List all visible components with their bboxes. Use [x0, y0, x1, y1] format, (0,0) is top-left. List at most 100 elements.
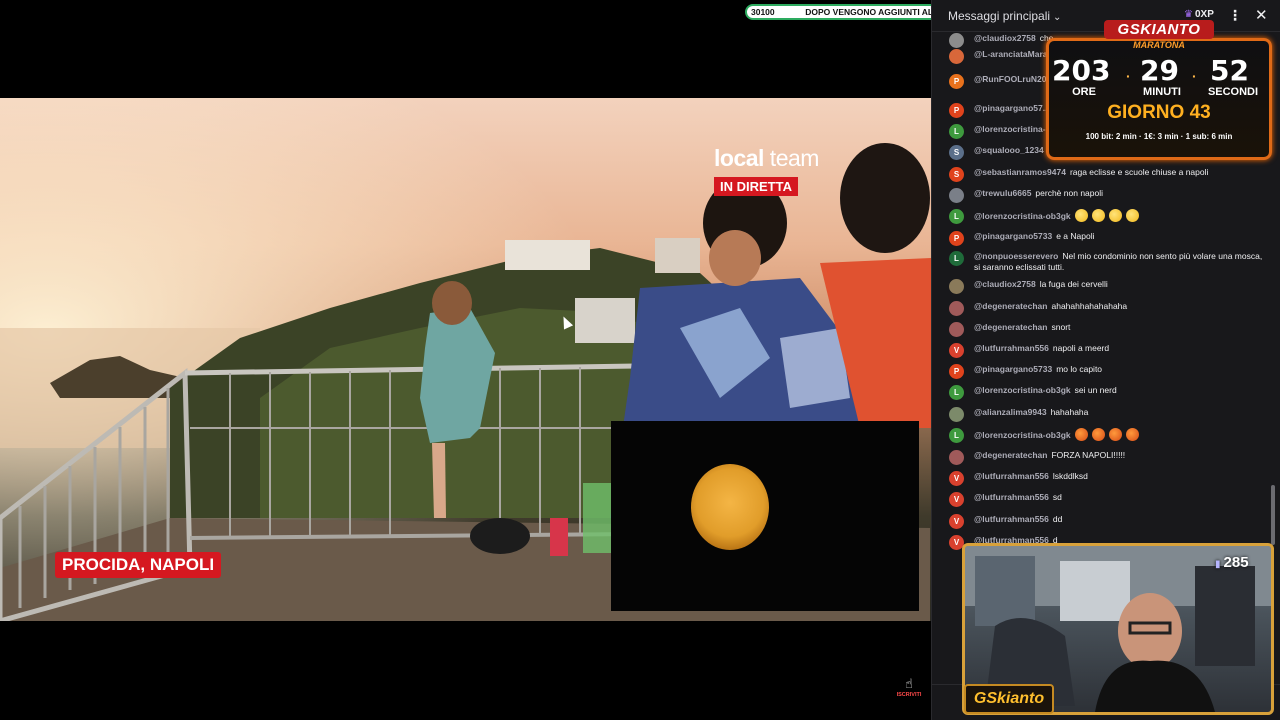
- chat-message[interactable]: L @lorenzocristina-ob3gk: [949, 209, 1269, 224]
- chat-message[interactable]: @trewulu6665 perchè non napoli: [949, 188, 1269, 203]
- avatar[interactable]: V: [949, 343, 964, 358]
- viewer-icon: ▮: [1215, 559, 1221, 570]
- chat-message-text: sd: [1052, 492, 1062, 502]
- chat-username[interactable]: @sebastianramos9474: [974, 167, 1066, 177]
- chat-message[interactable]: P @pinagargano5733 e a Napoli: [949, 231, 1269, 246]
- avatar[interactable]: P: [949, 74, 964, 89]
- subscribe-label: ISCRIVITI: [896, 692, 922, 698]
- avatar[interactable]: V: [949, 514, 964, 529]
- avatar[interactable]: [949, 322, 964, 337]
- chat-message-text: FORZA NAPOLI!!!!!: [1051, 450, 1126, 460]
- chat-username[interactable]: @lutfurrahman556: [974, 343, 1049, 353]
- pointer-hand-icon: ☝: [905, 676, 913, 691]
- chat-message-body: @claudiox2758 la fuga dei cervelli: [974, 279, 1269, 290]
- chat-username[interactable]: @claudiox2758: [974, 33, 1036, 43]
- chat-message-body: @lorenzocristina-ob3gk: [974, 209, 1269, 222]
- chat-username[interactable]: @alianzalima9943: [974, 407, 1047, 417]
- timer-hours: 203: [1052, 54, 1111, 87]
- chat-username[interactable]: @lorenzocristina-ob3gk: [974, 211, 1071, 221]
- chat-username[interactable]: @pinagargano5733: [974, 364, 1052, 374]
- chat-username[interactable]: @degeneratechan: [974, 322, 1047, 332]
- chat-username[interactable]: @nonpuoesserevero: [974, 251, 1058, 261]
- chat-message[interactable]: @claudiox2758 la fuga dei cervelli: [949, 279, 1269, 294]
- timer-rates: 100 bit: 2 min · 1€: 3 min · 1 sub: 6 mi…: [1085, 132, 1233, 141]
- thinking-face-emoji-icon: [1108, 209, 1122, 222]
- eclipse-pip-window: [611, 421, 919, 611]
- avatar[interactable]: S: [949, 145, 964, 160]
- chat-username[interactable]: @pinagargano57...: [974, 103, 1050, 113]
- chat-username[interactable]: @L-aranciataMara...: [974, 49, 1055, 59]
- avatar[interactable]: [949, 301, 964, 316]
- chat-username[interactable]: @lorenzocristina-ob3gk: [974, 385, 1071, 395]
- chat-message-body: @lutfurrahman556 napoli a meerd: [974, 343, 1269, 354]
- live-badge: IN DIRETTA: [714, 177, 798, 196]
- chat-message[interactable]: @degeneratechan snort: [949, 322, 1269, 337]
- avatar[interactable]: [949, 33, 964, 48]
- timer-logo: GSKIANTO MARATONA: [1104, 20, 1214, 56]
- chat-message-body: @pinagargano5733 e a Napoli: [974, 231, 1269, 242]
- avatar[interactable]: S: [949, 167, 964, 182]
- chat-username[interactable]: @lorenzocristina-ob3gk: [974, 430, 1071, 440]
- chat-message-body: @trewulu6665 perchè non napoli: [974, 188, 1269, 199]
- avatar[interactable]: [949, 279, 964, 294]
- chat-username[interactable]: @lutfurrahman556: [974, 514, 1049, 524]
- avatar[interactable]: P: [949, 364, 964, 379]
- chat-username[interactable]: @pinagargano5733: [974, 231, 1052, 241]
- chat-mode-dropdown[interactable]: Messaggi principali ⌄: [948, 9, 1061, 23]
- chat-message[interactable]: V @lutfurrahman556 sd: [949, 492, 1269, 507]
- timer-minutes: 29: [1140, 54, 1179, 87]
- chat-message[interactable]: L @lorenzocristina-ob3gk sei un nerd: [949, 385, 1269, 400]
- chat-username[interactable]: @lutfurrahman556: [974, 492, 1049, 502]
- chat-message-body: @lorenzocristina-ob3gk: [974, 428, 1269, 441]
- avatar[interactable]: L: [949, 251, 964, 266]
- avatar[interactable]: [949, 49, 964, 64]
- chat-username[interactable]: @degeneratechan: [974, 450, 1047, 460]
- chat-scrollbar[interactable]: [1271, 485, 1275, 545]
- xp-badge[interactable]: ♛ 0XP: [1184, 9, 1214, 20]
- angry-face-emoji-icon: [1125, 428, 1139, 441]
- thinking-face-emoji-icon: [1091, 209, 1105, 222]
- chat-message-body: @lutfurrahman556 dd: [974, 514, 1269, 525]
- subscribe-button[interactable]: ☝ ISCRIVITI: [892, 676, 926, 706]
- chat-message-text: snort: [1051, 322, 1071, 332]
- avatar[interactable]: L: [949, 124, 964, 139]
- chat-username[interactable]: @lutfurrahman556: [974, 471, 1049, 481]
- chat-username[interactable]: @trewulu6665: [974, 188, 1031, 198]
- timer-logo-subtitle: MARATONA: [1133, 40, 1185, 50]
- chat-message-text: la fuga dei cervelli: [1039, 279, 1108, 289]
- chat-username[interactable]: @claudiox2758: [974, 279, 1036, 289]
- chat-username[interactable]: @degeneratechan: [974, 301, 1047, 311]
- chat-message-body: @pinagargano5733 mo lo capito: [974, 364, 1269, 375]
- chat-message[interactable]: V @lutfurrahman556 dd: [949, 514, 1269, 529]
- avatar[interactable]: [949, 407, 964, 422]
- chat-username[interactable]: @squalooo_1234: [974, 145, 1044, 155]
- chat-message[interactable]: @degeneratechan ahahahhahahahaha: [949, 301, 1269, 316]
- chat-message[interactable]: @degeneratechan FORZA NAPOLI!!!!!: [949, 450, 1269, 465]
- thinking-face-emoji-icon: [1074, 209, 1088, 222]
- chat-message-body: @degeneratechan FORZA NAPOLI!!!!!: [974, 450, 1269, 461]
- brand-word-thin: team: [763, 145, 820, 171]
- timer-hours-label: ORE: [1072, 86, 1096, 98]
- avatar[interactable]: L: [949, 209, 964, 224]
- location-label: PROCIDA, NAPOLI: [55, 552, 222, 578]
- avatar[interactable]: L: [949, 428, 964, 443]
- chat-message[interactable]: V @lutfurrahman556 lskddlksd: [949, 471, 1269, 486]
- marathon-timer: GSKIANTO MARATONA 203 · 29 · 52 ORE MINU…: [1046, 20, 1272, 160]
- chat-message[interactable]: @alianzalima9943 hahahaha: [949, 407, 1269, 422]
- chat-message-text: napoli a meerd: [1052, 343, 1110, 353]
- avatar[interactable]: L: [949, 385, 964, 400]
- avatar[interactable]: [949, 450, 964, 465]
- chat-message[interactable]: L @lorenzocristina-ob3gk: [949, 428, 1269, 443]
- avatar[interactable]: [949, 188, 964, 203]
- avatar[interactable]: P: [949, 103, 964, 118]
- avatar[interactable]: V: [949, 471, 964, 486]
- video-player[interactable]: local team IN DIRETTA PROCIDA, NAPOLI ☝ …: [0, 0, 931, 720]
- avatar[interactable]: P: [949, 231, 964, 246]
- chat-message[interactable]: P @pinagargano5733 mo lo capito: [949, 364, 1269, 379]
- chat-message-text: raga eclisse e scuole chiuse a napoli: [1069, 167, 1209, 177]
- avatar[interactable]: V: [949, 492, 964, 507]
- chat-message[interactable]: S @sebastianramos9474 raga eclisse e scuol…: [949, 167, 1269, 182]
- chat-message[interactable]: V @lutfurrahman556 napoli a meerd: [949, 343, 1269, 358]
- webcam-logo: GSkianto: [964, 684, 1054, 714]
- chat-message[interactable]: L @nonpuoesserevero Nel mio condominio non…: [949, 251, 1269, 273]
